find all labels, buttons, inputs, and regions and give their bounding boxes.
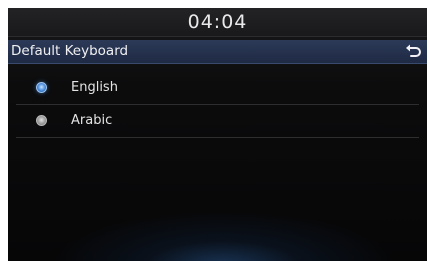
radio-unselected-icon[interactable] — [36, 115, 47, 126]
status-bar: 04:04 — [8, 8, 427, 37]
back-arrow-icon — [406, 44, 421, 57]
device-frame: 04:04 Default Keyboard English Arabic — [0, 0, 430, 261]
option-english[interactable]: English — [16, 72, 419, 105]
clock: 04:04 — [187, 11, 248, 33]
title-bar: Default Keyboard — [8, 40, 427, 64]
radio-selected-icon[interactable] — [36, 82, 47, 93]
option-label: Arabic — [71, 113, 113, 128]
head-unit-screen: 04:04 Default Keyboard English Arabic — [8, 8, 427, 261]
option-label: English — [71, 80, 118, 95]
page-title: Default Keyboard — [11, 43, 129, 59]
keyboard-options-list: English Arabic — [16, 72, 419, 138]
option-arabic[interactable]: Arabic — [16, 105, 419, 138]
back-button[interactable] — [403, 42, 423, 61]
